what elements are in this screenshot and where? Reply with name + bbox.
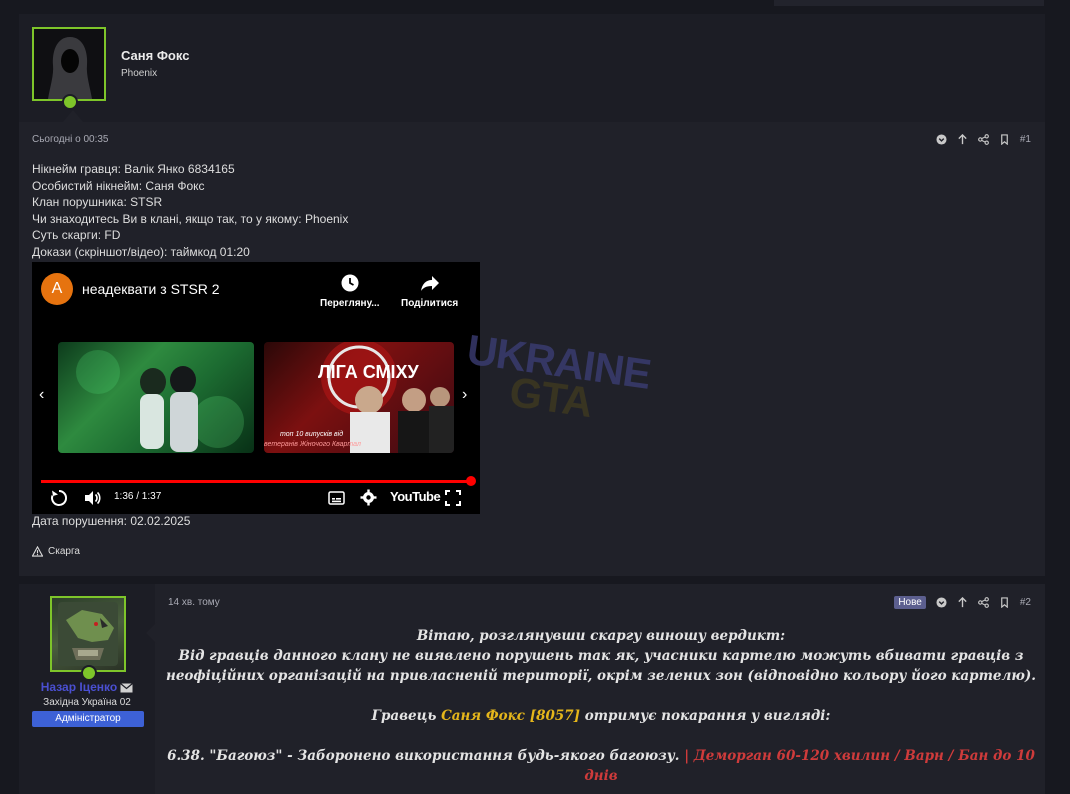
- post-1: Саня Фокс Phoenix Сьогодні о 00:35 #1 Ні…: [19, 14, 1045, 576]
- watch-later-label: Перегляну...: [320, 298, 380, 309]
- body-line: Суть скарги: FD: [32, 228, 121, 243]
- hooded-figure-icon: [48, 37, 92, 99]
- arrow-up-icon[interactable]: [957, 134, 968, 145]
- author-name[interactable]: Назар Іценко: [41, 680, 117, 694]
- carousel-prev-button[interactable]: ‹: [39, 386, 44, 404]
- related-video-thumbnail[interactable]: [58, 342, 254, 453]
- channel-avatar[interactable]: A: [41, 273, 73, 305]
- post-number[interactable]: #2: [1020, 597, 1031, 608]
- report-label: Скарга: [48, 546, 80, 557]
- share-arrow-icon: [420, 276, 439, 291]
- post-1-header: Саня Фокс Phoenix: [19, 14, 1045, 122]
- report-button[interactable]: Скарга: [32, 546, 80, 557]
- bookmark-icon[interactable]: [999, 597, 1010, 608]
- volume-icon[interactable]: [83, 489, 101, 507]
- youtube-logo[interactable]: YouTube: [390, 489, 441, 504]
- verdict-body: Вітаю, розглянувши скаргу виношу вердикт…: [166, 626, 1036, 786]
- body-line: Докази (скріншот/відео): таймкод 01:20: [32, 244, 250, 259]
- message-arrow: [63, 110, 83, 122]
- avatar[interactable]: [50, 596, 126, 672]
- clock-icon: [341, 274, 359, 292]
- replay-icon[interactable]: [50, 489, 68, 507]
- post-2-user-panel: Назар Іценко Західна Україна 02 Адмініст…: [19, 584, 155, 794]
- video-title[interactable]: неадеквати з STSR 2: [82, 281, 220, 297]
- punishment-prefix: Гравець: [371, 708, 437, 724]
- greeting: Вітаю, розглянувши скаргу виношу вердикт…: [416, 628, 786, 644]
- video-time: 1:36 / 1:37: [114, 491, 162, 502]
- thumbnail-caption: топ 10 випусків від: [280, 431, 344, 438]
- anime-thumbnail-icon: [76, 350, 244, 452]
- post-actions: #1: [936, 134, 1031, 145]
- share-video-button[interactable]: Поділитися: [401, 273, 458, 309]
- author-name[interactable]: Саня Фокс: [121, 48, 189, 63]
- author-name-row: Назар Іценко: [19, 680, 155, 694]
- video-progress-bar[interactable]: [41, 480, 471, 483]
- punishment-line: Гравець Саня Фокс [8057] отримує покаран…: [166, 706, 1036, 726]
- thumbnail-title: ЛІГА СМІХУ: [318, 362, 419, 382]
- verdict-text: Від гравців данного клану не виявлено по…: [166, 648, 1036, 684]
- body-line: Чи знаходитесь Ви в клані, якщо так, то …: [32, 211, 349, 226]
- new-badge: Нове: [894, 596, 926, 609]
- bookmark-icon[interactable]: [999, 134, 1010, 145]
- post-actions: Нове #2: [894, 596, 1031, 609]
- author-group: Phoenix: [121, 68, 158, 79]
- post-date[interactable]: 14 хв. тому: [168, 597, 220, 608]
- body-line: Нікнейм гравця: Валік Янко 6834165: [32, 162, 235, 176]
- rule-text: 6.38. "Багоюз" - Заборонено використання…: [167, 748, 680, 764]
- subtitles-icon[interactable]: [328, 491, 345, 505]
- online-indicator: [81, 665, 97, 681]
- chevron-down-icon[interactable]: [936, 134, 947, 145]
- youtube-embed[interactable]: A неадеквати з STSR 2 Перегляну... Поділ…: [32, 262, 480, 514]
- violation-date: Дата порушення: 02.02.2025: [32, 514, 191, 528]
- body-line: Особистий нікнейм: Саня Фокс: [32, 178, 205, 193]
- role-badge: Адміністратор: [32, 711, 144, 727]
- post-2: Назар Іценко Західна Україна 02 Адмініст…: [19, 584, 1045, 794]
- avatar[interactable]: [32, 27, 106, 101]
- share-icon[interactable]: [977, 597, 989, 608]
- message-arrow: [146, 622, 157, 644]
- top-strip: [774, 0, 1044, 6]
- rule-line: 6.38. "Багоюз" - Заборонено використання…: [166, 746, 1036, 786]
- warning-icon: [32, 546, 43, 557]
- author-group: Західна Україна 02: [43, 697, 131, 708]
- punishment-suffix: отримує покарання у вигляді:: [584, 708, 831, 724]
- post-date[interactable]: Сьогодні о 00:35: [32, 134, 108, 145]
- mail-icon[interactable]: [120, 682, 134, 693]
- online-indicator: [62, 94, 78, 110]
- progress-handle[interactable]: [466, 476, 476, 486]
- player-name: Саня Фокс [8057]: [441, 708, 581, 724]
- post-number[interactable]: #1: [1020, 134, 1031, 145]
- chevron-down-icon[interactable]: [936, 597, 947, 608]
- share-icon[interactable]: [977, 134, 989, 145]
- related-video-thumbnail[interactable]: ЛІГА СМІХУ топ 10 випусків від ветеранів…: [264, 342, 454, 453]
- watch-later-button[interactable]: Перегляну...: [320, 273, 380, 309]
- wolf-emblem-icon: [58, 602, 118, 666]
- fullscreen-icon[interactable]: [445, 490, 461, 506]
- thumbnail-caption: ветеранів Жіночого Квартал: [264, 441, 361, 448]
- share-video-label: Поділитися: [401, 298, 459, 309]
- body-line: Клан порушника: STSR: [32, 195, 163, 210]
- settings-icon[interactable]: [360, 489, 377, 506]
- watermark: UKRAINE GTA: [460, 326, 653, 429]
- arrow-up-icon[interactable]: [957, 597, 968, 608]
- post-body: Нікнейм гравця: Валік Янко 6834165 Особи…: [32, 161, 348, 261]
